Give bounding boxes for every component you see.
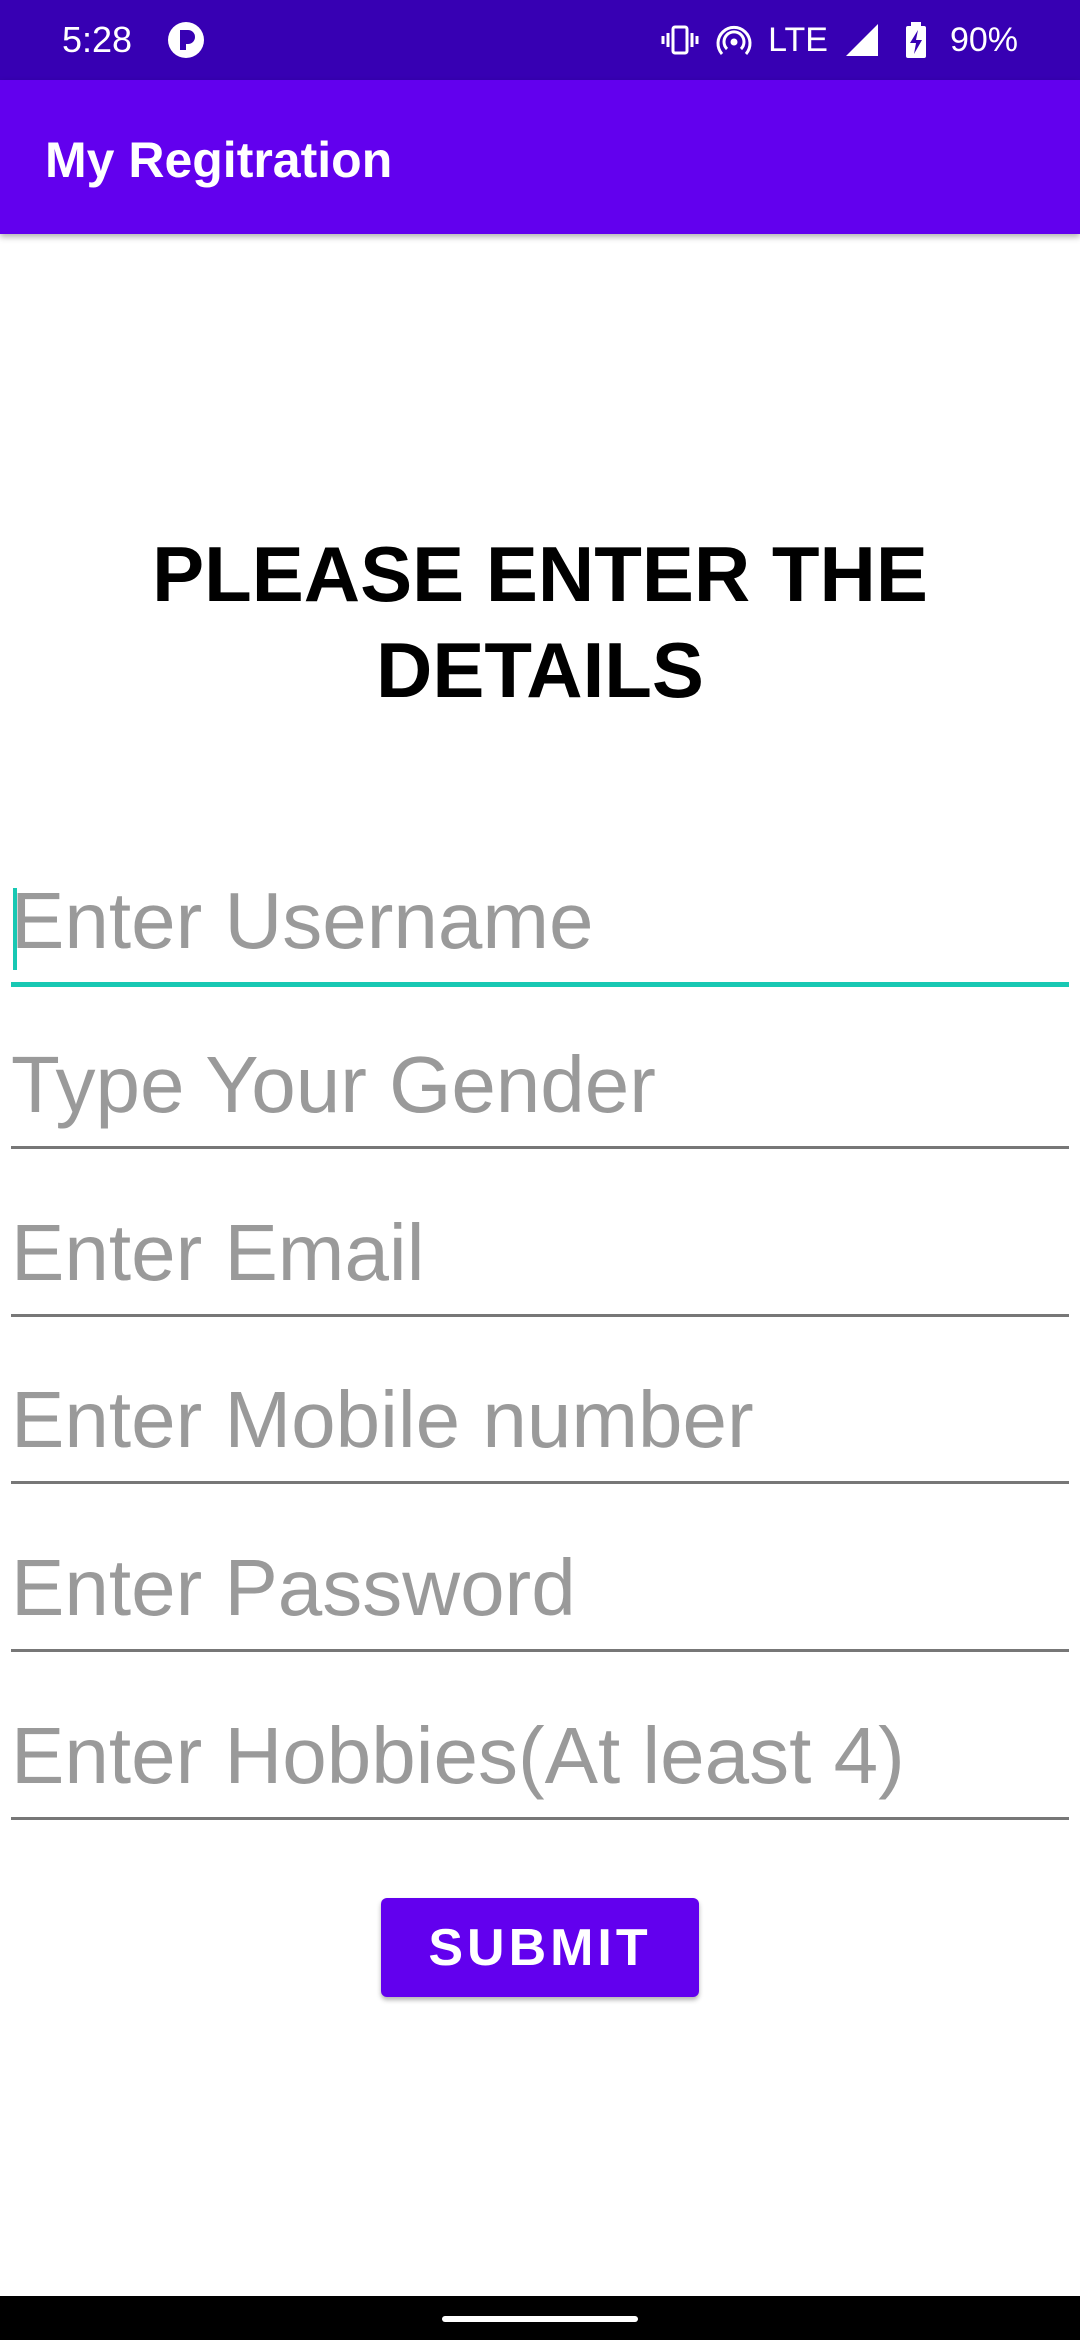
app-notification-icon: [168, 22, 204, 58]
hotspot-icon: [716, 25, 752, 55]
app-title: My Regitration: [45, 132, 393, 188]
hobbies-field-container: [11, 1695, 1069, 1820]
password-input[interactable]: [11, 1527, 1069, 1649]
battery-charging-icon: [905, 22, 926, 58]
email-field-container: [11, 1192, 1069, 1317]
status-time: 5:28: [62, 19, 133, 60]
username-field-container: [11, 860, 1069, 987]
app-bar: My Regitration: [0, 80, 1080, 234]
mobile-field-container: [11, 1359, 1069, 1484]
email-input[interactable]: [11, 1192, 1069, 1314]
status-icons: LTE 90%: [660, 18, 1018, 62]
status-bar: 5:28 LTE 90%: [0, 0, 1080, 80]
submit-button[interactable]: SUBMIT: [381, 1898, 699, 1997]
gender-field-container: [11, 1024, 1069, 1149]
network-type: LTE: [768, 20, 828, 59]
password-field-container: [11, 1527, 1069, 1652]
signal-icon: [845, 24, 878, 56]
battery-percent: 90%: [949, 20, 1018, 59]
vibrate-icon: [661, 25, 699, 55]
mobile-number-input[interactable]: [11, 1359, 1069, 1481]
form-heading: PLEASE ENTER THE DETAILS: [152, 530, 928, 714]
gender-input[interactable]: [11, 1024, 1069, 1146]
hobbies-input[interactable]: [11, 1695, 1069, 1817]
text-cursor: [13, 888, 17, 970]
home-gesture-handle[interactable]: [442, 2316, 638, 2322]
username-input[interactable]: [11, 860, 1069, 982]
